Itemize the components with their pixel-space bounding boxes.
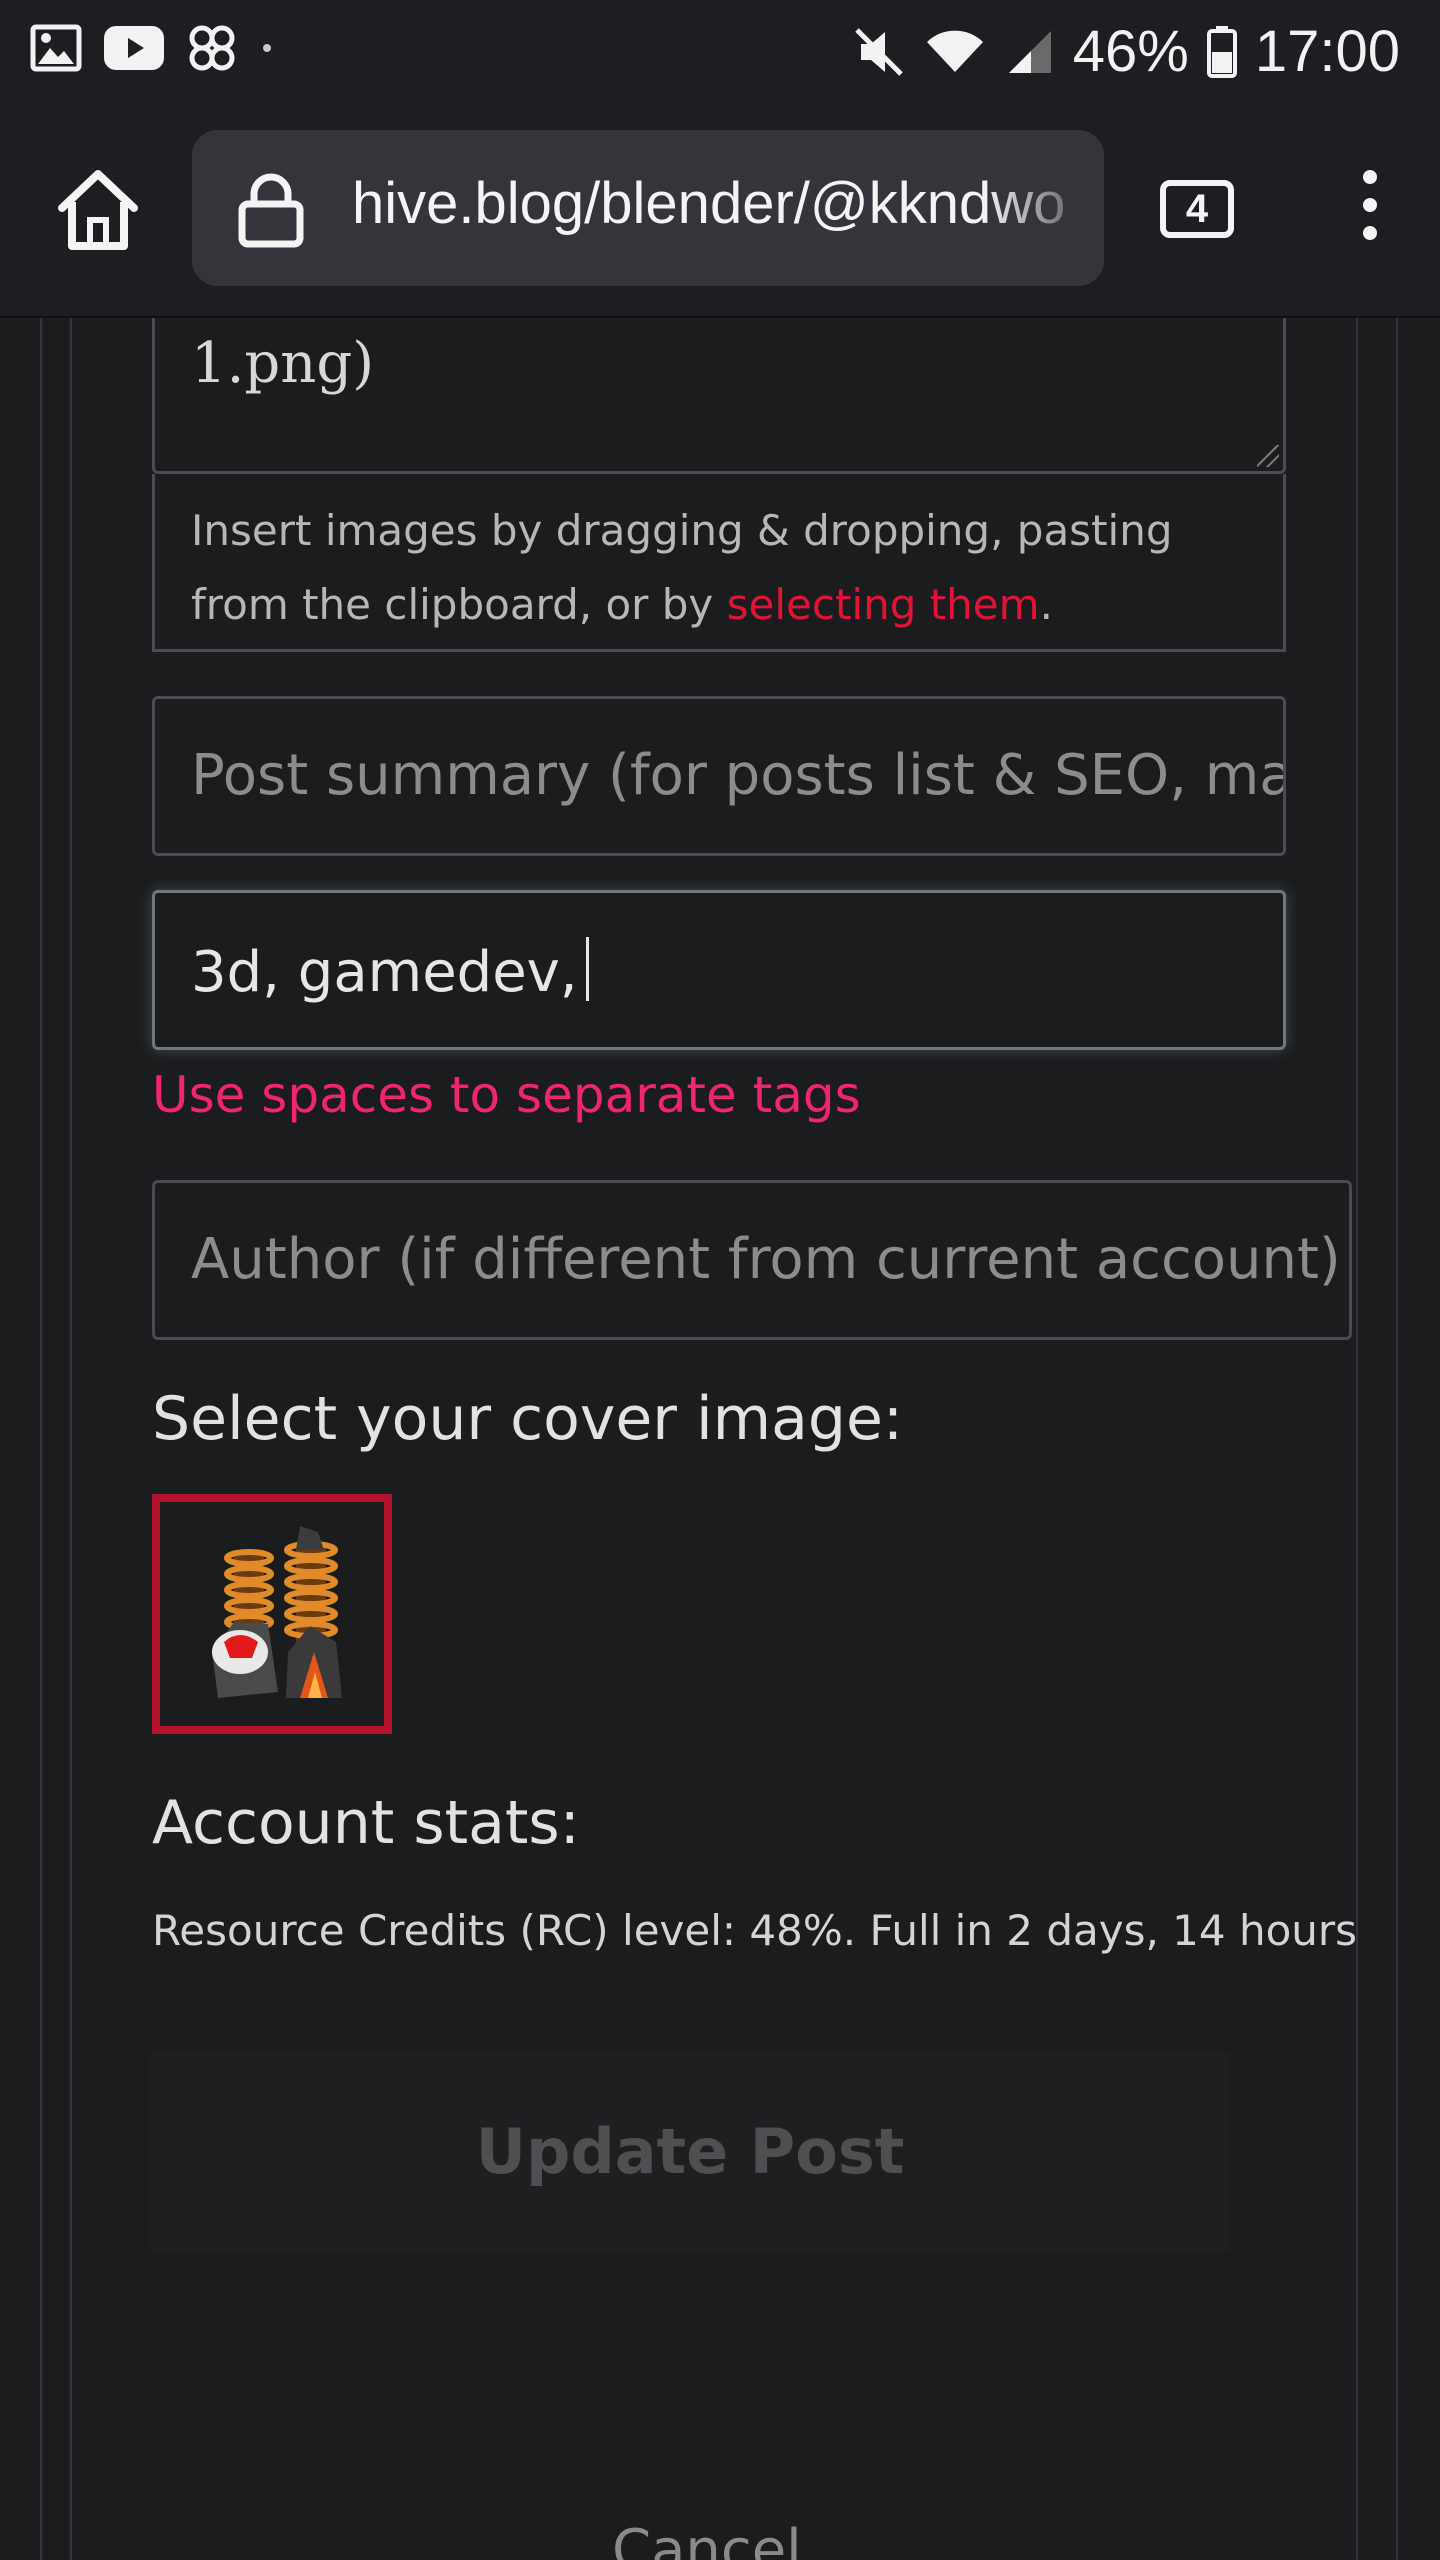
frame-border-right-inner <box>1356 318 1358 2560</box>
status-right-icons: 46% 17:00 <box>853 18 1400 85</box>
author-input[interactable]: Author (if different from current accoun… <box>152 1180 1352 1340</box>
home-icon[interactable] <box>52 164 144 256</box>
summary-input[interactable]: Post summary (for posts list & SEO, max <box>152 696 1286 856</box>
cover-image-option[interactable] <box>152 1494 392 1734</box>
more-menu-icon[interactable] <box>1348 170 1392 250</box>
address-bar[interactable]: hive.blog/blender/@kkndwo <box>192 130 1104 286</box>
select-images-link[interactable]: selecting them <box>727 580 1040 629</box>
tags-error-message: Use spaces to separate tags <box>152 1066 861 1124</box>
author-placeholder: Author (if different from current accoun… <box>191 1227 1341 1292</box>
cancel-button[interactable]: Cancel <box>612 2518 802 2560</box>
frame-border-left-outer <box>40 318 42 2560</box>
frame-border-left-inner <box>70 318 72 2560</box>
post-body-textarea[interactable]: 1.png) <box>152 318 1286 474</box>
tab-switcher-button[interactable]: 4 <box>1160 180 1234 238</box>
cover-image-label: Select your cover image: <box>152 1384 904 1454</box>
summary-placeholder: Post summary (for posts list & SEO, max <box>191 743 1286 808</box>
text-caret <box>585 937 589 1001</box>
browser-toolbar: hive.blog/blender/@kkndwo 4 <box>0 100 1440 318</box>
clock: 17:00 <box>1254 19 1400 84</box>
frame-border-right-outer <box>1396 318 1398 2560</box>
account-stats-heading: Account stats: <box>152 1788 580 1858</box>
cover-thumbnail-image <box>212 1526 342 1698</box>
wifi-icon <box>926 30 983 72</box>
signal-icon <box>1008 30 1051 73</box>
post-body-text: 1.png) <box>191 331 375 396</box>
youtube-icon <box>104 26 164 70</box>
resource-credits-text: Resource Credits (RC) level: 48%. Full i… <box>152 1906 1358 1955</box>
url-fade <box>984 130 1104 286</box>
battery-icon <box>1206 25 1237 78</box>
battery-percent: 46% <box>1072 19 1189 84</box>
image-drop-zone[interactable]: Insert images by dragging & dropping, pa… <box>152 474 1286 652</box>
status-left-icons <box>30 22 274 74</box>
dot-icon <box>263 44 271 52</box>
drop-hint: Insert images by dragging & dropping, pa… <box>191 494 1251 642</box>
pinwheel-icon <box>189 25 235 71</box>
lock-icon[interactable] <box>236 172 306 248</box>
gallery-icon <box>30 24 82 72</box>
page-content: 1.png) Insert images by dragging & dropp… <box>0 318 1440 2560</box>
status-bar: 46% 17:00 <box>0 0 1440 100</box>
tags-value: 3d, gamedev, <box>191 937 589 1005</box>
url-text[interactable]: hive.blog/blender/@kkndwo <box>352 170 1065 237</box>
drop-hint-period: . <box>1039 580 1053 629</box>
tags-input[interactable]: 3d, gamedev, <box>152 890 1286 1050</box>
tags-value-text: 3d, gamedev, <box>191 940 578 1005</box>
mute-icon <box>854 27 903 76</box>
resize-handle[interactable] <box>1257 445 1279 467</box>
update-post-button[interactable]: Update Post <box>150 2052 1230 2252</box>
